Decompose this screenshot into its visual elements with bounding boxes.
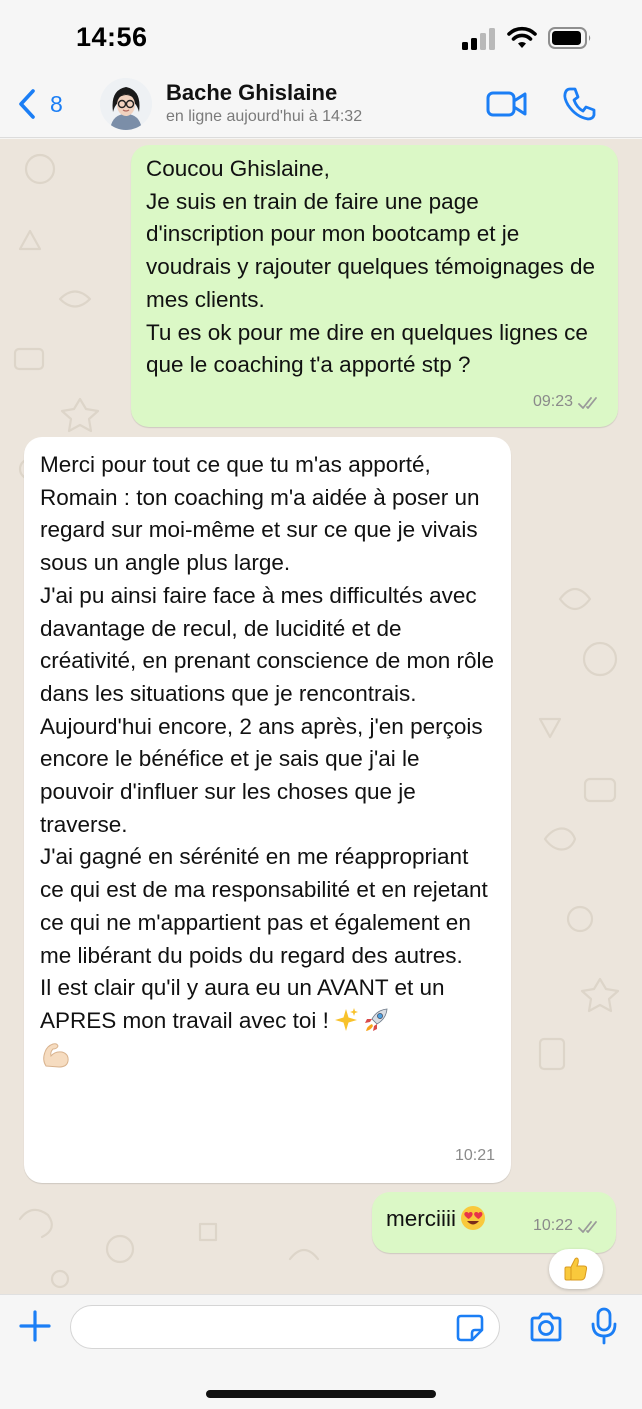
battery-icon [548, 27, 591, 49]
message-bubble-outgoing[interactable]: merciiii 10:22 [372, 1192, 616, 1253]
status-time: 14:56 [76, 22, 148, 52]
message-text: Coucou Ghislaine, Je suis en train de fa… [146, 156, 596, 378]
message-bubble-incoming[interactable]: Merci pour tout ce que tu m'as apporté, … [24, 437, 511, 1183]
home-indicator [206, 1390, 436, 1398]
contact-name[interactable]: Bache Ghislaine [166, 80, 337, 106]
message-time: 09:23 [532, 393, 573, 411]
message-body: Merci pour tout ce que tu m'as apporté, … [40, 449, 497, 1070]
heart-eyes-emoji [461, 1206, 485, 1230]
wifi-icon [507, 26, 537, 48]
camera-icon[interactable] [528, 1311, 564, 1343]
avatar[interactable] [100, 78, 152, 130]
chevron-left-icon [19, 89, 35, 119]
rocket-emoji [364, 1008, 388, 1031]
plus-icon[interactable] [18, 1309, 52, 1343]
double-check-icon [578, 1220, 597, 1233]
reaction-badge[interactable] [549, 1249, 603, 1289]
double-check-icon [578, 396, 597, 409]
thumbs-up-emoji [564, 1257, 588, 1281]
avatar-image [100, 78, 152, 130]
sticker-icon[interactable] [455, 1313, 485, 1343]
flexed-biceps-emoji [43, 1042, 69, 1068]
message-time: 10:21 [454, 1147, 495, 1165]
message-time: 10:22 [532, 1217, 573, 1235]
chat-area[interactable]: Coucou Ghislaine, Je suis en train de fa… [0, 139, 642, 1294]
status-bar: 14:56 [0, 0, 642, 72]
composer [0, 1294, 642, 1409]
message-text: Merci pour tout ce que tu m'as apporté, … [40, 452, 495, 1033]
video-camera-icon[interactable] [486, 88, 528, 120]
sparkles-emoji [334, 1007, 358, 1031]
message-input[interactable] [70, 1305, 500, 1349]
message-meta: 10:21 [455, 1140, 495, 1173]
message-meta: 10:22 [533, 1210, 602, 1243]
back-button[interactable]: 8 [16, 86, 63, 122]
unread-count: 8 [50, 90, 63, 117]
chat-header: 8 Bache Ghislaine en ligne aujourd'hui à… [0, 72, 642, 138]
message-bubble-outgoing[interactable]: Coucou Ghislaine, Je suis en train de fa… [131, 145, 618, 427]
message-meta: 09:23 [533, 386, 602, 419]
microphone-icon[interactable] [590, 1307, 618, 1345]
phone-icon[interactable] [562, 86, 596, 122]
signal-icon [462, 28, 495, 50]
contact-status: en ligne aujourd'hui à 14:32 [166, 108, 363, 125]
message-text: merciiii [386, 1206, 456, 1231]
